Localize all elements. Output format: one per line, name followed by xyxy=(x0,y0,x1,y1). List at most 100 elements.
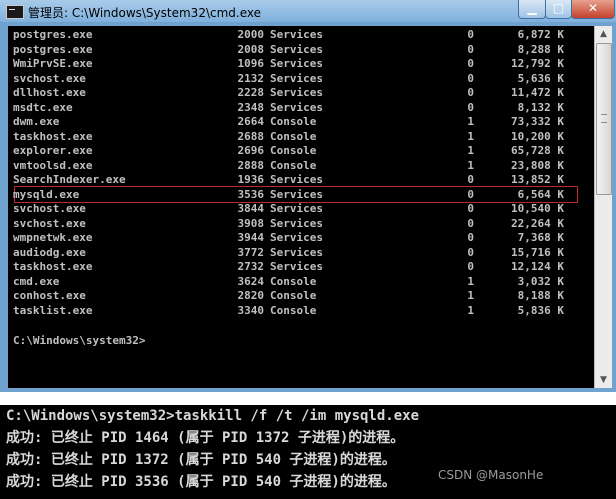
close-button[interactable]: ✕ xyxy=(571,0,615,19)
session-name: Services xyxy=(270,202,323,215)
process-name: svchost.exe xyxy=(13,71,86,85)
process-pid: 2696 xyxy=(237,144,265,157)
process-row: explorer.exe 2696 Console 1 65,728 K xyxy=(8,144,588,158)
scrollbar-thumb[interactable] xyxy=(596,43,612,195)
process-pid: 2008 xyxy=(237,42,265,56)
session-number: 0 xyxy=(467,216,474,230)
memory-usage: 10,540 K xyxy=(511,202,564,215)
console-output[interactable]: C:\Windows\system32> postgres.exe 2000 Ser… xyxy=(8,26,594,388)
session-number: 1 xyxy=(467,158,474,172)
maximize-button[interactable]: □ xyxy=(545,0,572,19)
memory-usage: 12,124 K xyxy=(511,260,564,273)
process-pid: 2820 xyxy=(237,289,265,302)
memory-usage: 73,332 K xyxy=(511,115,564,128)
process-name: conhost.exe xyxy=(13,289,86,302)
cmd-icon xyxy=(6,5,24,19)
process-row: postgres.exe 2000 Services 0 6,872 K xyxy=(8,28,588,42)
session-number: 0 xyxy=(467,42,474,56)
session-number: 0 xyxy=(467,173,474,186)
process-pid: 2888 xyxy=(237,158,265,172)
taskkill-command: C:\Windows\system32>taskkill /f /t /im m… xyxy=(6,408,420,424)
process-name: wmpnetwk.exe xyxy=(13,231,93,244)
scroll-down-arrow-icon[interactable]: ▼ xyxy=(595,372,612,388)
console-prompt: C:\Windows\system32> xyxy=(13,334,146,347)
taskkill-console[interactable]: C:\Windows\system32>taskkill /f /t /im m… xyxy=(0,405,616,499)
title-bar[interactable]: 管理员: C:\Windows\System32\cmd.exe ▁ □ ✕ xyxy=(0,0,616,22)
result-line: 成功: 已终止 PID 3536 (属于 PID 540 子进程)的进程。 xyxy=(6,474,396,490)
session-name: Console xyxy=(270,303,317,317)
process-row: svchost.exe 3844 Services 0 10,540 K xyxy=(8,202,588,216)
memory-usage: 65,728 K xyxy=(511,144,564,157)
process-name: SearchIndexer.exe xyxy=(13,173,126,186)
session-number: 1 xyxy=(467,115,474,128)
process-row: WmiPrvSE.exe 1096 Services 0 12,792 K xyxy=(8,57,588,71)
session-name: Services xyxy=(270,173,323,186)
process-name: msdtc.exe xyxy=(13,100,73,114)
process-row: msdtc.exe 2348 Services 0 8,132 K xyxy=(8,101,588,115)
process-row: taskhost.exe 2732 Services 0 12,124 K xyxy=(8,260,588,274)
process-pid: 2732 xyxy=(237,260,265,273)
process-name: audiodg.exe xyxy=(13,245,86,259)
maximize-icon: □ xyxy=(552,1,565,15)
session-name: Console xyxy=(270,144,317,157)
process-row: mysqld.exe 3536 Services 0 6,564 K xyxy=(8,188,588,202)
session-name: Services xyxy=(270,42,323,56)
process-name: svchost.exe xyxy=(13,216,86,230)
process-row: audiodg.exe 3772 Services 0 15,716 K xyxy=(8,246,588,260)
session-number: 1 xyxy=(467,289,474,302)
process-name: taskhost.exe xyxy=(13,260,93,273)
session-name: Console xyxy=(270,158,317,172)
process-row: conhost.exe 2820 Console 1 8,188 K xyxy=(8,289,588,303)
process-pid: 2000 xyxy=(237,28,265,41)
process-pid: 2664 xyxy=(237,115,265,128)
session-name: Services xyxy=(270,71,323,85)
session-number: 0 xyxy=(467,100,474,114)
process-row: dllhost.exe 2228 Services 0 11,472 K xyxy=(8,86,588,100)
session-number: 0 xyxy=(467,86,474,99)
session-name: Services xyxy=(270,231,323,244)
process-pid: 2348 xyxy=(237,100,265,114)
process-pid: 3536 xyxy=(237,187,265,201)
session-number: 0 xyxy=(467,28,474,41)
memory-usage: 15,716 K xyxy=(511,245,564,259)
process-row: vmtoolsd.exe 2888 Console 1 23,808 K xyxy=(8,159,588,173)
session-number: 1 xyxy=(467,144,474,157)
process-row: tasklist.exe 3340 Console 1 5,836 K xyxy=(8,304,588,318)
process-name: postgres.exe xyxy=(13,28,93,41)
session-name: Services xyxy=(270,100,323,114)
memory-usage: 5,836 K xyxy=(517,303,564,317)
process-row: SearchIndexer.exe 1936 Services 0 13,852 K xyxy=(8,173,588,187)
close-icon: ✕ xyxy=(587,1,599,15)
process-name: tasklist.exe xyxy=(13,303,93,317)
session-name: Console xyxy=(270,129,317,143)
memory-usage: 6,564 K xyxy=(517,187,564,201)
process-pid: 3772 xyxy=(237,245,265,259)
memory-usage: 8,288 K xyxy=(517,42,564,56)
process-name: mysqld.exe xyxy=(13,187,80,201)
minimize-button[interactable]: ▁ xyxy=(518,0,546,19)
vertical-scrollbar[interactable]: ▲ ▼ xyxy=(594,26,612,388)
session-name: Services xyxy=(270,57,323,70)
memory-usage: 12,792 K xyxy=(511,57,564,70)
session-number: 0 xyxy=(467,57,474,70)
session-number: 0 xyxy=(467,202,474,215)
process-pid: 1096 xyxy=(237,57,265,70)
process-pid: 2132 xyxy=(237,71,265,85)
process-row: postgres.exe 2008 Services 0 8,288 K xyxy=(8,43,588,57)
memory-usage: 22,264 K xyxy=(511,216,564,230)
memory-usage: 3,032 K xyxy=(517,274,564,288)
process-row: wmpnetwk.exe 3944 Services 0 7,368 K xyxy=(8,231,588,245)
process-name: taskhost.exe xyxy=(13,129,93,143)
result-line: 成功: 已终止 PID 1372 (属于 PID 540 子进程)的进程。 xyxy=(6,452,396,468)
process-pid: 1936 xyxy=(237,173,265,186)
process-name: dllhost.exe xyxy=(13,86,86,99)
process-pid: 2688 xyxy=(237,129,265,143)
process-row: taskhost.exe 2688 Console 1 10,200 K xyxy=(8,130,588,144)
scroll-up-arrow-icon[interactable]: ▲ xyxy=(595,26,612,42)
session-number: 0 xyxy=(467,260,474,273)
session-number: 1 xyxy=(467,129,474,143)
process-row: svchost.exe 2132 Services 0 5,636 K xyxy=(8,72,588,86)
process-name: WmiPrvSE.exe xyxy=(13,57,93,70)
grip-icon xyxy=(601,114,607,123)
process-name: svchost.exe xyxy=(13,202,86,215)
